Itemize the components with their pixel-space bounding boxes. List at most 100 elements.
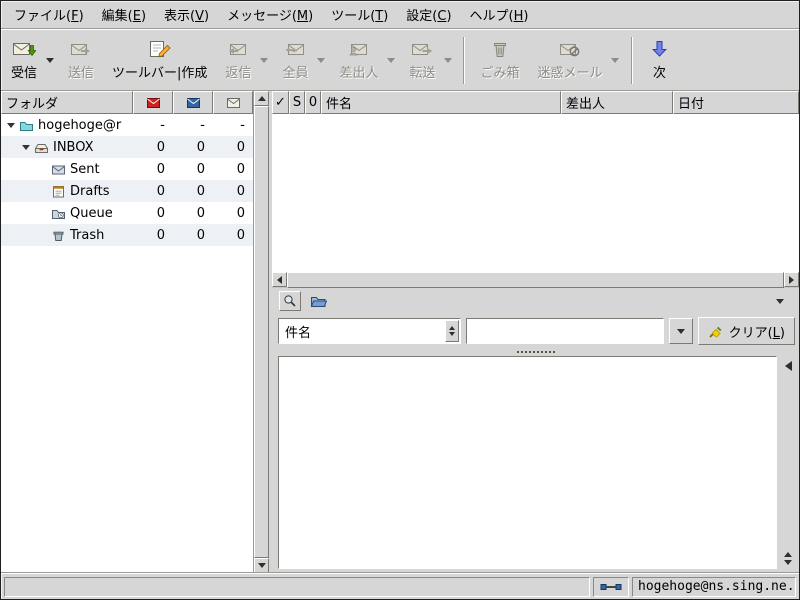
reply-button[interactable]: 返信 xyxy=(219,33,257,88)
reply-all-button[interactable]: 全員 xyxy=(276,33,314,88)
menu-label: ファイル( xyxy=(14,9,71,24)
account-folder-icon xyxy=(19,119,34,132)
scrollbar-thumb[interactable] xyxy=(287,272,784,288)
menu-label: 編集( xyxy=(102,9,133,24)
combo-stepper[interactable] xyxy=(445,320,459,342)
from-column-label: 差出人 xyxy=(566,93,605,112)
folder-name: Sent xyxy=(70,162,100,177)
scroll-down-button[interactable] xyxy=(254,558,269,573)
forward-button[interactable]: 転送 xyxy=(403,33,441,88)
receive-dropdown-arrow[interactable] xyxy=(43,33,56,88)
receive-button[interactable]: 受信 xyxy=(5,33,43,88)
folder-pane-scrollbar[interactable] xyxy=(253,91,269,573)
menu-item-configuration[interactable]: 設定(C) xyxy=(397,1,460,28)
toolbar-separator xyxy=(463,37,465,84)
scroll-down-button[interactable] xyxy=(784,560,792,565)
menu-label: ) xyxy=(383,9,388,24)
expander-icon[interactable] xyxy=(7,123,15,128)
menu-item-edit[interactable]: 編集(E) xyxy=(93,1,155,28)
scroll-left-button[interactable] xyxy=(272,272,287,287)
arrow-left-icon xyxy=(277,276,282,284)
message-list-scrollbar[interactable] xyxy=(272,272,799,288)
send-button[interactable]: 送信 xyxy=(62,33,100,88)
clear-broom-icon xyxy=(708,324,724,339)
column-attachment[interactable]: 0 xyxy=(305,91,321,114)
folder-row-queue[interactable]: Queue 0 0 0 xyxy=(1,202,253,224)
junk-mail-button[interactable]: 迷惑メール xyxy=(532,33,609,88)
menu-item-view[interactable]: 表示(V) xyxy=(155,1,218,28)
menu-label: ) xyxy=(446,9,451,24)
view-splitter[interactable] xyxy=(272,348,799,356)
junk-mail-icon xyxy=(558,36,582,62)
unread-count-column-header[interactable] xyxy=(173,91,213,114)
unread-count: 0 xyxy=(173,206,213,221)
message-list[interactable] xyxy=(272,114,799,272)
folder-row-account[interactable]: hogehoge@r - - - xyxy=(1,114,253,136)
folder-scope-button[interactable] xyxy=(306,291,330,311)
folder-row-inbox[interactable]: INBOX 0 0 0 xyxy=(1,136,253,158)
message-view-area xyxy=(272,356,799,573)
junk-dropdown-arrow[interactable] xyxy=(609,33,622,88)
search-criteria-combo[interactable]: 件名 xyxy=(278,318,461,344)
reply-to-sender-button[interactable]: 差出人 xyxy=(333,33,384,88)
column-status[interactable]: S xyxy=(289,91,305,114)
mark-column-label: ✓ xyxy=(275,95,286,110)
new-count: 0 xyxy=(133,140,173,155)
chevron-down-icon xyxy=(387,58,395,63)
column-subject[interactable]: 件名 xyxy=(321,91,561,114)
folder-row-trash[interactable]: Trash 0 0 0 xyxy=(1,224,253,246)
column-mark[interactable]: ✓ xyxy=(272,91,289,114)
unread-count: - xyxy=(173,118,213,133)
search-input[interactable] xyxy=(466,318,664,344)
scrollbar-thumb[interactable] xyxy=(254,106,269,558)
folder-row-drafts[interactable]: Drafts 0 0 0 xyxy=(1,180,253,202)
current-account[interactable]: hogehoge@ns.sing.ne.jp xyxy=(632,577,796,597)
menu-mnemonic: F xyxy=(71,9,78,24)
menu-item-file[interactable]: ファイル(F) xyxy=(5,1,93,28)
menu-item-tools[interactable]: ツール(T) xyxy=(322,1,397,28)
message-view[interactable] xyxy=(278,356,777,569)
new-count: 0 xyxy=(133,184,173,199)
sender-dropdown-arrow[interactable] xyxy=(384,33,397,88)
connection-status[interactable] xyxy=(593,577,629,597)
unread-count: 0 xyxy=(173,140,213,155)
total-count-column-header[interactable] xyxy=(213,91,253,114)
quickbar-collapse-button[interactable] xyxy=(768,291,792,311)
chevron-down-icon xyxy=(677,329,685,334)
search-history-dropdown[interactable] xyxy=(669,318,693,344)
reply-dropdown-arrow[interactable] xyxy=(257,33,270,88)
collapse-pane-button[interactable] xyxy=(785,361,792,371)
search-button[interactable] xyxy=(279,291,301,311)
menubar: ファイル(F) 編集(E) 表示(V) メッセージ(M) ツール(T) 設定(C… xyxy=(1,1,799,28)
sent-folder-icon xyxy=(51,163,66,176)
menu-item-message[interactable]: メッセージ(M) xyxy=(218,1,322,28)
trash-button[interactable]: ごみ箱 xyxy=(474,33,525,88)
folder-row-sent[interactable]: Sent 0 0 0 xyxy=(1,158,253,180)
menu-item-help[interactable]: ヘルプ(H) xyxy=(461,1,538,28)
new-count-column-header[interactable] xyxy=(133,91,173,114)
menu-label: ) xyxy=(204,9,209,24)
chevron-down-icon xyxy=(611,58,619,63)
folder-column-header[interactable]: フォルダ xyxy=(1,91,133,114)
unread-count: 0 xyxy=(173,228,213,243)
column-from[interactable]: 差出人 xyxy=(561,91,673,114)
expander-icon[interactable] xyxy=(22,145,30,150)
total-count: 0 xyxy=(213,162,253,177)
next-button[interactable]: 次 xyxy=(642,33,678,88)
column-date[interactable]: 日付 xyxy=(673,91,799,114)
arrow-up-icon xyxy=(258,96,266,101)
unread-mail-icon xyxy=(187,98,200,108)
compose-button[interactable]: ツールバー|作成 xyxy=(106,33,213,88)
forward-dropdown-arrow[interactable] xyxy=(441,33,454,88)
clear-button[interactable]: クリア(L) xyxy=(698,317,795,345)
label: ) xyxy=(780,326,785,341)
scroll-up-button[interactable] xyxy=(254,91,269,106)
scroll-up-button[interactable] xyxy=(784,552,792,557)
scroll-right-button[interactable] xyxy=(784,272,799,287)
reply-all-dropdown-arrow[interactable] xyxy=(314,33,327,88)
arrow-down-icon xyxy=(258,563,266,568)
folder-name: hogehoge@r xyxy=(38,118,121,133)
total-count: 0 xyxy=(213,228,253,243)
sender-mail-icon xyxy=(347,36,371,62)
receive-button-label: 受信 xyxy=(11,66,37,81)
